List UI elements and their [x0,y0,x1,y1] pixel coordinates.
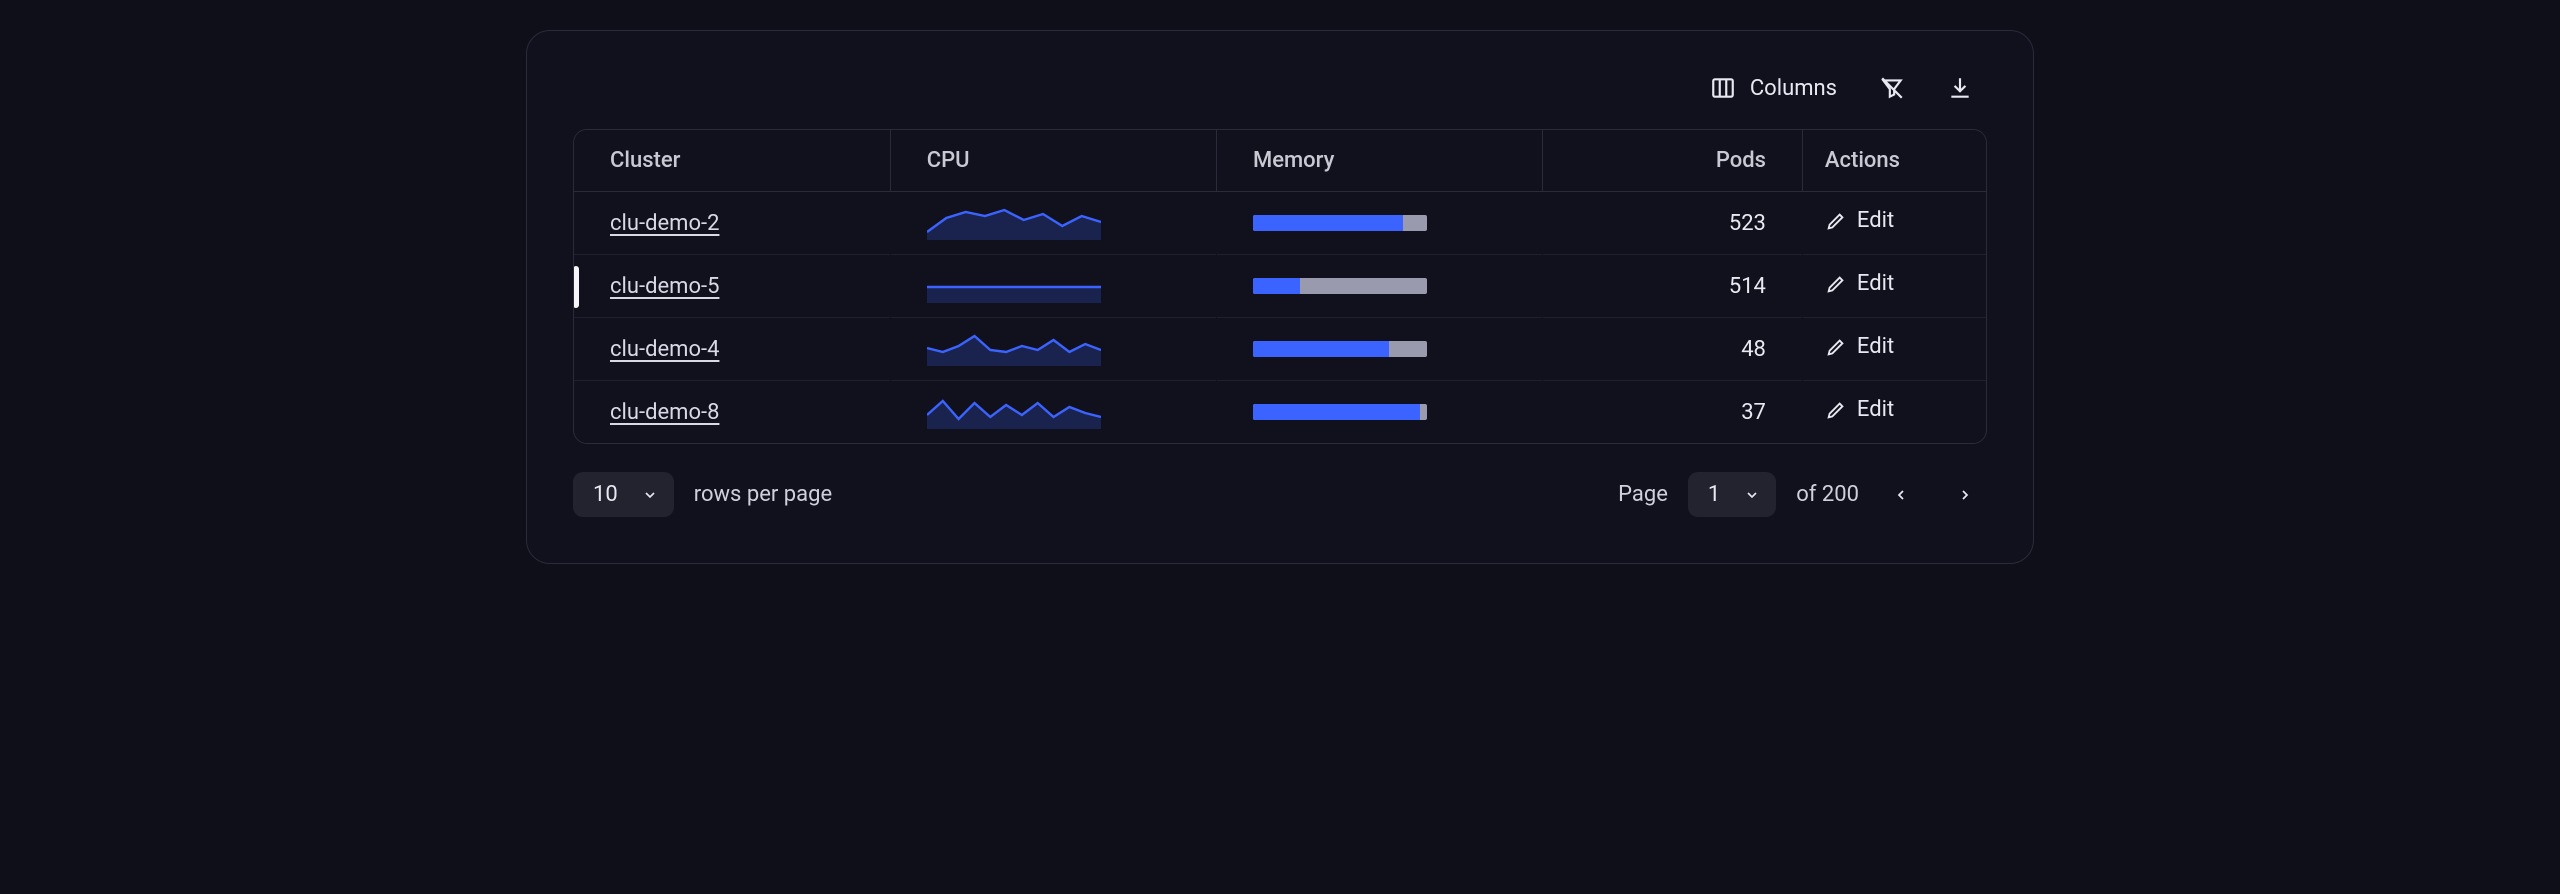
table-row[interactable]: clu-demo-2 523 Edit [574,192,1986,255]
pods-value: 37 [1543,381,1803,444]
page-select[interactable]: 1 [1688,472,1776,517]
table-footer: 10 rows per page Page 1 of 200 [573,472,1987,517]
memory-bar [1253,278,1427,294]
columns-label: Columns [1750,76,1837,101]
clusters-table: Cluster CPU Memory Pods Actions clu-demo… [573,129,1987,444]
pencil-icon [1825,273,1847,295]
card: Columns Cluster CPU Memory Pods [526,30,2034,564]
cpu-sparkline [927,269,1101,303]
pods-value: 514 [1543,255,1803,318]
cluster-link[interactable]: clu-demo-4 [610,337,719,362]
edit-label: Edit [1857,334,1894,359]
table-toolbar: Columns [573,75,1987,101]
rows-per-page-select[interactable]: 10 [573,472,674,517]
chevron-right-icon [1957,487,1973,503]
filter-off-button[interactable] [1879,75,1905,101]
cluster-link[interactable]: clu-demo-2 [610,211,719,236]
memory-bar [1253,215,1427,231]
edit-button[interactable]: Edit [1825,334,1894,359]
pencil-icon [1825,336,1847,358]
chevron-left-icon [1893,487,1909,503]
pods-value: 523 [1543,192,1803,255]
col-header-actions: Actions [1802,130,1986,192]
columns-button[interactable]: Columns [1710,75,1837,101]
edit-button[interactable]: Edit [1825,208,1894,233]
col-header-pods[interactable]: Pods [1543,130,1803,192]
cluster-link[interactable]: clu-demo-5 [610,274,719,299]
filter-off-icon [1879,75,1905,101]
download-icon [1947,75,1973,101]
table-header-row: Cluster CPU Memory Pods Actions [574,130,1986,192]
table-row[interactable]: clu-demo-8 37 Edit [574,381,1986,444]
edit-label: Edit [1857,271,1894,296]
prev-page-button[interactable] [1879,473,1923,517]
edit-button[interactable]: Edit [1825,271,1894,296]
cpu-sparkline [927,206,1101,240]
row-drag-handle[interactable] [573,266,579,308]
rows-per-page-value: 10 [593,482,618,507]
rows-per-page-label: rows per page [694,482,832,507]
pods-value: 48 [1543,318,1803,381]
edit-button[interactable]: Edit [1825,397,1894,422]
page-label: Page [1618,482,1668,507]
pencil-icon [1825,399,1847,421]
chevron-down-icon [642,487,658,503]
col-header-memory[interactable]: Memory [1216,130,1542,192]
table-row[interactable]: clu-demo-4 48 Edit [574,318,1986,381]
next-page-button[interactable] [1943,473,1987,517]
edit-label: Edit [1857,397,1894,422]
memory-bar [1253,341,1427,357]
col-header-cluster[interactable]: Cluster [574,130,890,192]
columns-icon [1710,75,1736,101]
page-value: 1 [1708,482,1720,507]
cpu-sparkline [927,395,1101,429]
cluster-link[interactable]: clu-demo-8 [610,400,719,425]
cpu-sparkline [927,332,1101,366]
memory-bar [1253,404,1427,420]
download-button[interactable] [1947,75,1973,101]
page-total: of 200 [1796,482,1859,507]
pencil-icon [1825,210,1847,232]
chevron-down-icon [1744,487,1760,503]
edit-label: Edit [1857,208,1894,233]
col-header-cpu[interactable]: CPU [890,130,1216,192]
table-row[interactable]: clu-demo-5 514 Edit [574,255,1986,318]
